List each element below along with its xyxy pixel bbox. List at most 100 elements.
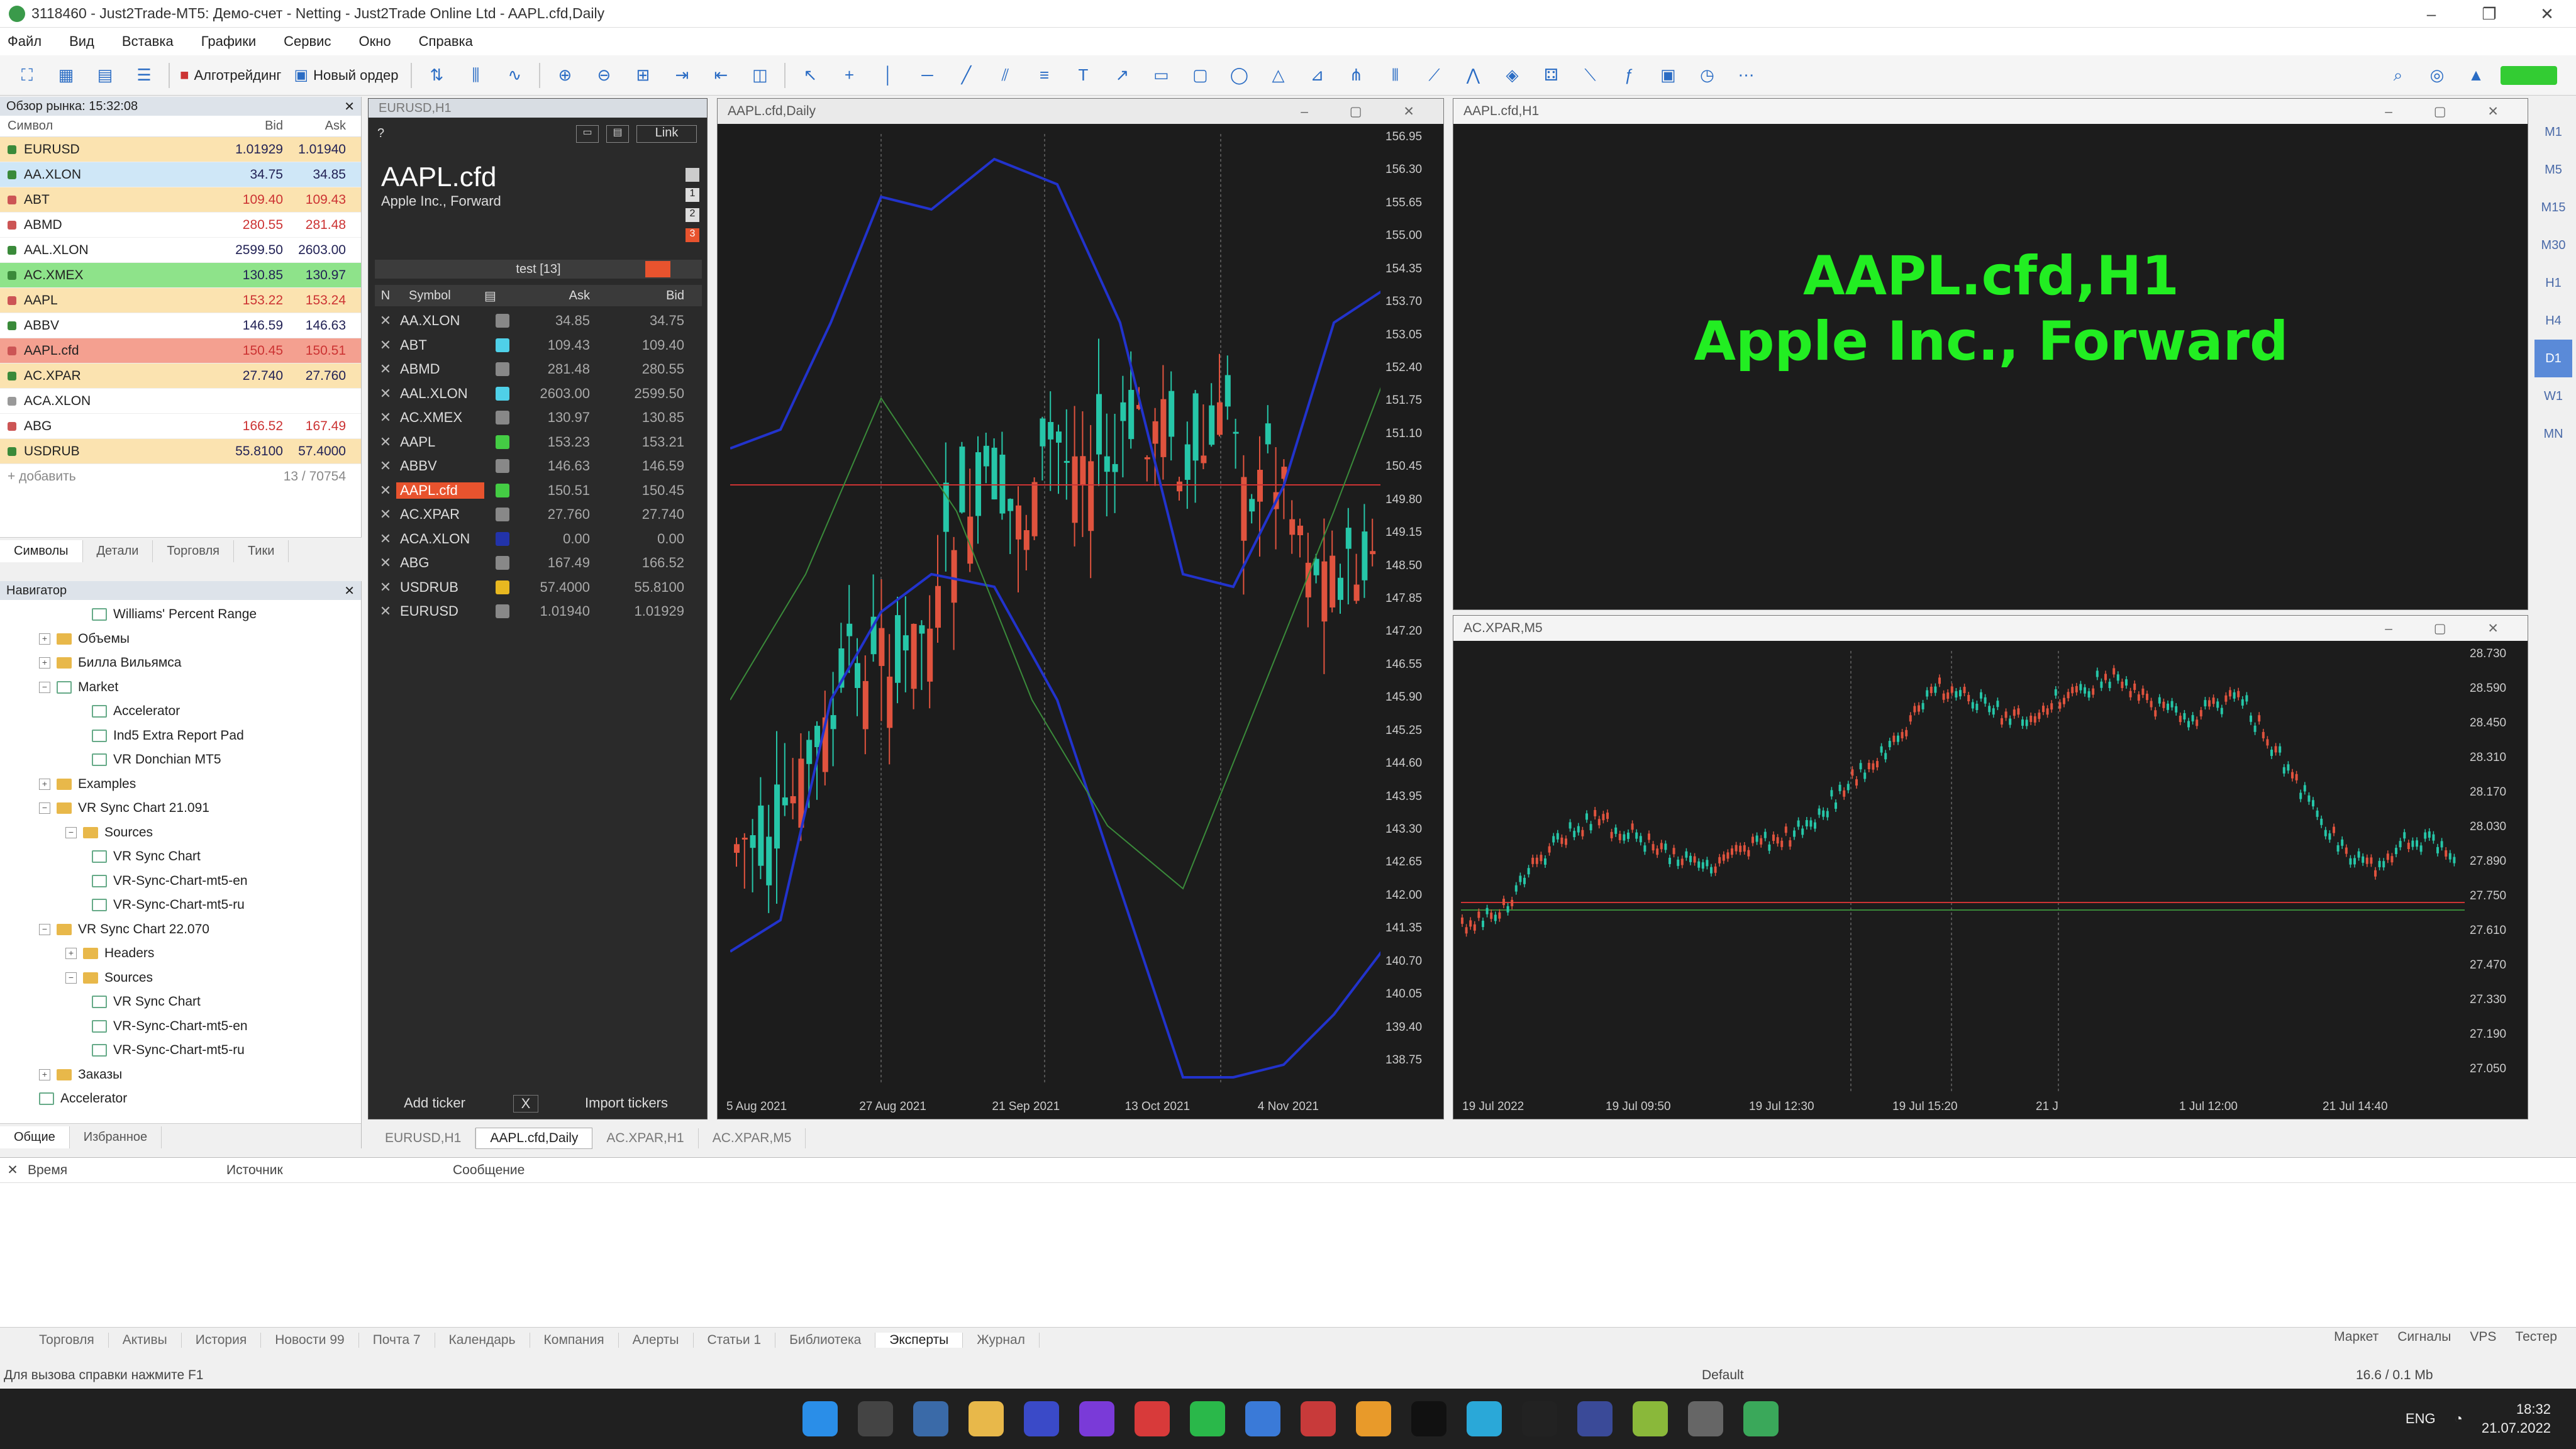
- toolbox-link[interactable]: Маркет: [2334, 1330, 2379, 1345]
- search-taskbar-icon[interactable]: [858, 1401, 893, 1436]
- market-watch-row[interactable]: ABBV 146.59 146.63: [0, 313, 361, 338]
- restore-icon[interactable]: ❐: [2460, 0, 2518, 28]
- app6-icon[interactable]: [1688, 1401, 1723, 1436]
- window-controls[interactable]: – ▢ ✕: [2385, 621, 2518, 636]
- ticker-color-icon[interactable]: [496, 604, 509, 619]
- ticker-color-icon[interactable]: [496, 435, 509, 449]
- nav-tab-1[interactable]: Избранное: [70, 1126, 162, 1148]
- toolbox-link[interactable]: VPS: [2470, 1330, 2496, 1345]
- screenshot-icon[interactable]: ◫: [745, 61, 774, 90]
- metatrader-icon[interactable]: [1743, 1401, 1779, 1436]
- remove-row-icon[interactable]: ✕: [375, 361, 396, 377]
- bar-chart-icon[interactable]: ⫼: [461, 61, 490, 90]
- navigator-item[interactable]: VR-Sync-Chart-mt5-ru: [0, 893, 361, 918]
- remove-row-icon[interactable]: ✕: [375, 313, 396, 329]
- navigator-item[interactable]: VR Sync Chart: [0, 990, 361, 1014]
- menu-item-3[interactable]: Графики: [201, 33, 256, 50]
- ticker-row[interactable]: ✕ AC.XPAR 27.760 27.740: [375, 502, 702, 527]
- add-ticker-button[interactable]: Add ticker: [381, 1095, 488, 1113]
- cursor-icon[interactable]: ↖: [796, 61, 824, 90]
- add-symbol-link[interactable]: + добавить: [0, 469, 226, 484]
- whatsapp-icon[interactable]: [1190, 1401, 1225, 1436]
- toolbox-tab[interactable]: Эксперты: [875, 1332, 963, 1348]
- expand-icon[interactable]: −: [39, 681, 50, 693]
- ticker-color-icon[interactable]: [496, 459, 509, 474]
- close-icon[interactable]: ✕: [2518, 0, 2576, 28]
- navigator-item[interactable]: Ind5 Extra Report Pad: [0, 724, 361, 748]
- app5-icon[interactable]: [1633, 1401, 1668, 1436]
- market-watch-row[interactable]: ABMD 280.55 281.48: [0, 213, 361, 238]
- text-icon[interactable]: T: [1069, 61, 1097, 90]
- ticker-color-icon[interactable]: [496, 386, 509, 401]
- expand-icon[interactable]: −: [39, 802, 50, 814]
- messenger-icon[interactable]: [1245, 1401, 1280, 1436]
- arrow-icon[interactable]: ↗: [1108, 61, 1136, 90]
- ticker-row[interactable]: ✕ ABG 167.49 166.52: [375, 551, 702, 575]
- ticker-row[interactable]: ✕ USDRUB 57.4000 55.8100: [375, 575, 702, 600]
- toolbox-tab[interactable]: Журнал: [963, 1332, 1040, 1348]
- timeframe-M1[interactable]: M1: [2534, 113, 2572, 151]
- timeframe-H1[interactable]: H1: [2534, 264, 2572, 302]
- periods-icon[interactable]: ◷: [1692, 61, 1721, 90]
- ticker-color-icon[interactable]: [496, 362, 509, 377]
- copy-icon[interactable]: ▤: [606, 125, 629, 143]
- col-bid[interactable]: Bid: [226, 119, 289, 133]
- list-2-button[interactable]: 2: [686, 208, 699, 222]
- signal-icon[interactable]: ▲: [2462, 61, 2490, 90]
- toolbox-tab[interactable]: Торговля: [25, 1332, 109, 1348]
- profiles-icon[interactable]: ▦: [52, 61, 80, 90]
- explorer-icon[interactable]: [969, 1401, 1004, 1436]
- algo-trading-button[interactable]: ■ Алготрейдинг: [180, 67, 281, 84]
- ticker-row[interactable]: ✕ AAL.XLON 2603.00 2599.50: [375, 382, 702, 406]
- autoscroll-icon[interactable]: ⇥: [667, 61, 696, 90]
- expand-icon[interactable]: +: [39, 778, 50, 790]
- channel-icon[interactable]: ⫽: [991, 61, 1019, 90]
- search-icon[interactable]: ⌕: [2384, 61, 2412, 90]
- navigator-item[interactable]: Williams' Percent Range: [0, 602, 361, 627]
- window-controls[interactable]: – ▢ ✕: [1301, 104, 1433, 119]
- mw-tab-1[interactable]: Детали: [83, 540, 153, 562]
- daily-chart-canvas[interactable]: [730, 134, 1382, 1082]
- col-time[interactable]: Время: [25, 1163, 226, 1178]
- toolbox-tab[interactable]: Компания: [530, 1332, 619, 1348]
- navigator-item[interactable]: + Объемы: [0, 627, 361, 652]
- app4-icon[interactable]: [1577, 1401, 1613, 1436]
- toolbox-tab[interactable]: Календарь: [435, 1332, 530, 1348]
- market-watch-row[interactable]: AAPL 153.22 153.24: [0, 288, 361, 313]
- ticker-color-icon[interactable]: [496, 338, 509, 352]
- vertical-line-icon[interactable]: │: [874, 61, 902, 90]
- col-symbol[interactable]: Символ: [0, 119, 226, 133]
- tiktok-icon[interactable]: [1411, 1401, 1446, 1436]
- toolbox-tab[interactable]: Почта 7: [359, 1332, 435, 1348]
- market-watch-icon[interactable]: ▤: [91, 61, 119, 90]
- menu-item-6[interactable]: Справка: [419, 33, 473, 50]
- mw-tab-0[interactable]: Символы: [0, 540, 83, 562]
- navigator-item[interactable]: VR Sync Chart: [0, 845, 361, 869]
- crosshair-icon[interactable]: +: [835, 61, 863, 90]
- expand-icon[interactable]: +: [39, 657, 50, 669]
- navigator-item[interactable]: + Headers: [0, 941, 361, 966]
- toolbox-close-icon[interactable]: ✕: [0, 1162, 25, 1178]
- start-icon[interactable]: [802, 1401, 838, 1436]
- import-tickers-button[interactable]: Import tickers: [564, 1095, 689, 1113]
- pitchfork-icon[interactable]: ⋔: [1341, 61, 1370, 90]
- timeframe-M30[interactable]: M30: [2534, 226, 2572, 264]
- timeframe-D1[interactable]: D1: [2534, 340, 2572, 377]
- list-selector-icon[interactable]: [686, 168, 699, 182]
- navigator-item[interactable]: − VR Sync Chart 22.070: [0, 918, 361, 942]
- tray-wifi-icon[interactable]: ◔: [2455, 1411, 2463, 1427]
- account-icon[interactable]: ◎: [2423, 61, 2451, 90]
- ticker-row[interactable]: ✕ ABBV 146.63 146.59: [375, 454, 702, 479]
- navigator-item[interactable]: + Examples: [0, 772, 361, 797]
- new-order-button[interactable]: ▣ Новый ордер: [294, 66, 398, 84]
- chart-tab[interactable]: AAPL.cfd,Daily: [475, 1128, 593, 1149]
- remove-row-icon[interactable]: ✕: [375, 506, 396, 523]
- chart-tab[interactable]: EURUSD,H1: [371, 1128, 476, 1148]
- menu-item-1[interactable]: Вид: [69, 33, 94, 50]
- gann-icon[interactable]: ⊿: [1302, 61, 1331, 90]
- telegram-icon[interactable]: [1467, 1401, 1502, 1436]
- widgets-icon[interactable]: [913, 1401, 948, 1436]
- toolbox-tab[interactable]: Новости 99: [261, 1332, 359, 1348]
- ticker-color-icon[interactable]: [496, 531, 509, 546]
- remove-row-icon[interactable]: ✕: [375, 386, 396, 402]
